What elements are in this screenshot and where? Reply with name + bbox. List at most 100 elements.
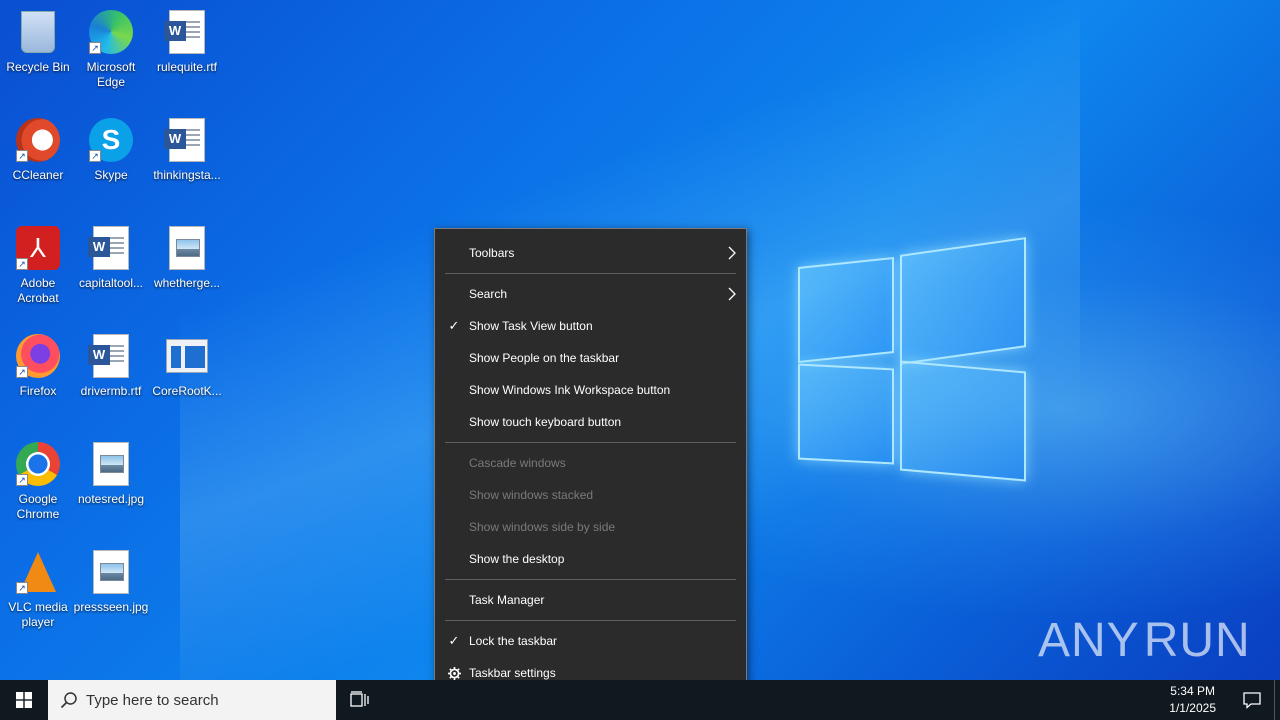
skype-icon: S ↗ <box>87 116 135 164</box>
word-document-icon: W <box>87 224 135 272</box>
taskbar-context-menu: Toolbars Search ✓ Show Task View button … <box>434 228 747 698</box>
app-window-icon <box>163 332 211 380</box>
menu-item-label: Show windows stacked <box>469 488 594 502</box>
checkmark-icon: ✓ <box>448 633 460 648</box>
desktop-icon-microsoft-edge[interactable]: ↗ Microsoft Edge <box>73 8 149 90</box>
desktop-icon-recycle-bin[interactable]: Recycle Bin <box>0 8 76 75</box>
menu-separator <box>445 442 736 443</box>
word-document-icon: W <box>163 116 211 164</box>
ccleaner-icon: ↗ <box>14 116 62 164</box>
desktop-icon-capitaltool[interactable]: W capitaltool... <box>73 224 149 291</box>
notification-icon <box>1243 692 1261 709</box>
search-input[interactable] <box>86 691 316 709</box>
menu-item-label: Show the desktop <box>469 552 565 566</box>
desktop-icon-ccleaner[interactable]: ↗ CCleaner <box>0 116 76 183</box>
start-button[interactable] <box>0 680 48 720</box>
clock-time: 5:34 PM <box>1170 684 1215 698</box>
desktop-icon-label: capitaltool... <box>78 276 144 290</box>
desktop-icon-drivermb[interactable]: W drivermb.rtf <box>73 332 149 399</box>
desktop-icon-label: drivermb.rtf <box>80 384 142 398</box>
taskbar-clock[interactable]: 5:34 PM 1/1/2025 <box>1155 683 1230 717</box>
desktop-icon-notesred[interactable]: notesred.jpg <box>73 440 149 507</box>
desktop-icon-label: notesred.jpg <box>77 492 145 506</box>
menu-item-label: Taskbar settings <box>469 666 556 680</box>
menu-item-label: Search <box>469 287 508 301</box>
menu-separator <box>445 273 736 274</box>
word-document-icon: W <box>87 332 135 380</box>
word-document-icon: W <box>163 8 211 56</box>
menu-separator <box>445 579 736 580</box>
show-desktop-button[interactable] <box>1274 680 1280 720</box>
acrobat-icon: ⅄ ↗ <box>14 224 62 272</box>
checkmark-icon: ✓ <box>448 318 460 333</box>
desktop-icon-pressseen[interactable]: pressseen.jpg <box>73 548 149 615</box>
system-tray: 5:34 PM 1/1/2025 <box>1155 680 1280 720</box>
desktop-icon-label: Skype <box>94 168 128 182</box>
menu-item-show-desktop[interactable]: Show the desktop <box>435 543 746 575</box>
desktop-icon-rulequite[interactable]: W rulequite.rtf <box>149 8 225 75</box>
firefox-icon: ↗ <box>14 332 62 380</box>
edge-icon: ↗ <box>87 8 135 56</box>
task-view-button[interactable] <box>336 680 384 720</box>
desktop-icon-label: VLC media player <box>8 600 68 629</box>
desktop-icon-whetherge[interactable]: whetherge... <box>149 224 225 291</box>
clock-date: 1/1/2025 <box>1169 701 1216 715</box>
menu-item-show-windows-stacked: Show windows stacked <box>435 479 746 511</box>
desktop-icon-thinkingsta[interactable]: W thinkingsta... <box>149 116 225 183</box>
menu-item-show-people[interactable]: Show People on the taskbar <box>435 342 746 374</box>
desktop-icon-label: Adobe Acrobat <box>17 276 59 305</box>
desktop-icon-label: Microsoft Edge <box>86 60 136 89</box>
desktop-icon-label: Recycle Bin <box>6 60 70 74</box>
menu-item-label: Show People on the taskbar <box>469 351 620 365</box>
image-file-icon <box>163 224 211 272</box>
action-center-button[interactable] <box>1230 680 1274 720</box>
watermark-text-right: RUN <box>1143 613 1251 667</box>
desktop-icon-corerootk[interactable]: CoreRootK... <box>149 332 225 399</box>
chevron-right-icon <box>728 237 736 271</box>
menu-item-label: Cascade windows <box>469 456 566 470</box>
windows-logo-wallpaper <box>790 237 1035 485</box>
search-icon <box>60 692 77 709</box>
vlc-icon: ↗ <box>14 548 62 596</box>
desktop-icon-label: Google Chrome <box>16 492 60 521</box>
menu-item-label: Lock the taskbar <box>469 634 558 648</box>
menu-item-label: Show windows side by side <box>469 520 616 534</box>
menu-item-task-manager[interactable]: Task Manager <box>435 584 746 616</box>
desktop-icon-firefox[interactable]: ↗ Firefox <box>0 332 76 399</box>
anyrun-watermark: ANY RUN <box>1038 608 1250 672</box>
desktop-icon-label: CoreRootK... <box>152 384 222 398</box>
desktop-icon-skype[interactable]: S ↗ Skype <box>73 116 149 183</box>
menu-item-search[interactable]: Search <box>435 278 746 310</box>
menu-item-label: Toolbars <box>469 246 515 260</box>
image-file-icon <box>87 440 135 488</box>
menu-item-show-task-view-button[interactable]: ✓ Show Task View button <box>435 310 746 342</box>
desktop-icon-label: CCleaner <box>12 168 64 182</box>
menu-item-show-ink-workspace[interactable]: Show Windows Ink Workspace button <box>435 374 746 406</box>
chevron-right-icon <box>728 278 736 312</box>
desktop-icon-label: rulequite.rtf <box>156 60 218 74</box>
chrome-icon: ↗ <box>14 440 62 488</box>
desktop-icon-adobe-acrobat[interactable]: ⅄ ↗ Adobe Acrobat <box>0 224 76 306</box>
desktop-icon-vlc[interactable]: ↗ VLC media player <box>0 548 76 630</box>
menu-item-lock-taskbar[interactable]: ✓ Lock the taskbar <box>435 625 746 657</box>
menu-item-label: Task Manager <box>469 593 545 607</box>
task-view-icon <box>350 691 369 707</box>
menu-item-label: Show Windows Ink Workspace button <box>469 383 671 397</box>
desktop-icon-label: thinkingsta... <box>153 168 221 182</box>
menu-separator <box>445 620 736 621</box>
desktop-icon-label: whetherge... <box>153 276 221 290</box>
windows-start-icon <box>16 692 32 708</box>
desktop-icon-google-chrome[interactable]: ↗ Google Chrome <box>0 440 76 522</box>
menu-item-label: Show touch keyboard button <box>469 415 622 429</box>
image-file-icon <box>87 548 135 596</box>
taskbar: 5:34 PM 1/1/2025 <box>0 680 1280 720</box>
menu-item-show-touch-keyboard[interactable]: Show touch keyboard button <box>435 406 746 438</box>
desktop-icon-label: pressseen.jpg <box>73 600 149 614</box>
taskbar-search-box[interactable] <box>48 680 336 720</box>
menu-item-show-windows-side-by-side: Show windows side by side <box>435 511 746 543</box>
recycle-bin-icon <box>14 8 62 56</box>
menu-item-label: Show Task View button <box>469 319 593 333</box>
menu-item-cascade-windows: Cascade windows <box>435 447 746 479</box>
watermark-text-left: ANY <box>1038 613 1140 667</box>
menu-item-toolbars[interactable]: Toolbars <box>435 237 746 269</box>
